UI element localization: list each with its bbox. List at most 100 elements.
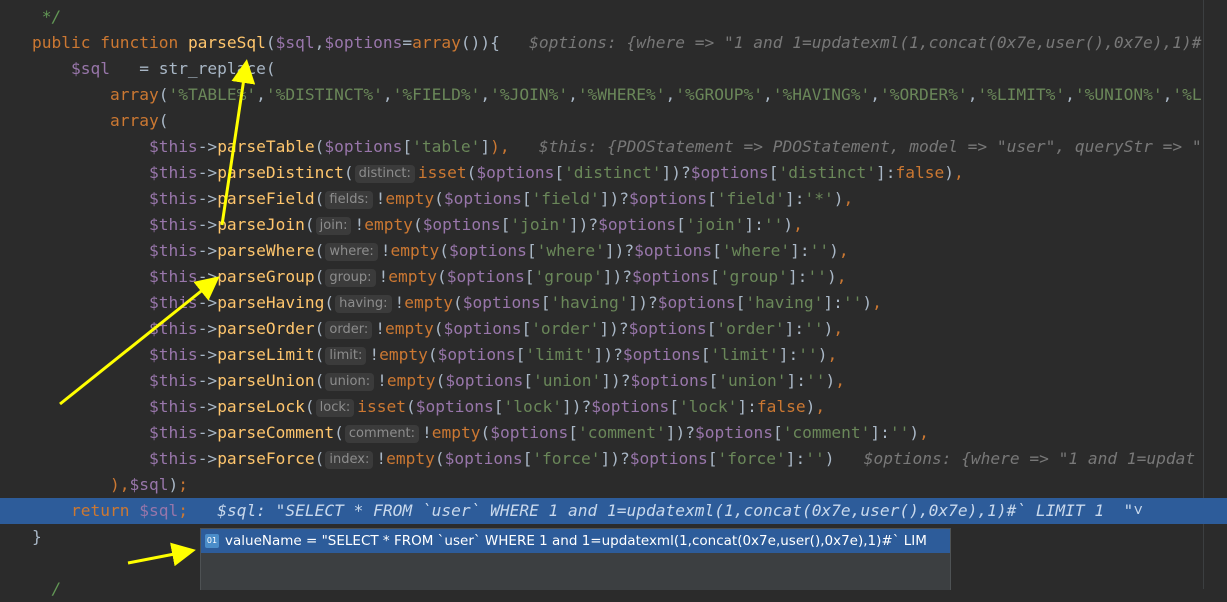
code-line[interactable]: $this->parseUnion(union: !empty($options[… — [0, 368, 1227, 394]
code-token: ])? — [600, 449, 630, 468]
code-token: , — [872, 293, 882, 312]
code-token: ! — [375, 189, 386, 208]
code-token: 'order' — [531, 319, 600, 338]
code-token: parseHaving — [217, 293, 325, 312]
code-token: $sql — [70, 59, 110, 78]
code-token: empty — [364, 215, 413, 234]
code-token: [ — [676, 215, 686, 234]
code-token: '' — [809, 241, 830, 260]
code-line[interactable]: array('%TABLE%','%DISTINCT%','%FIELD%','… — [0, 82, 1227, 108]
code-token: [ — [568, 423, 578, 442]
code-token: '%L — [1172, 85, 1202, 104]
code-line[interactable]: $this->parseHaving(having: !empty($option… — [0, 290, 1227, 316]
code-token: ( — [314, 345, 325, 364]
code-token: $options — [630, 371, 709, 390]
code-token: empty — [386, 449, 435, 468]
code-token: ! — [376, 449, 387, 468]
parameter-hint: comment: — [344, 425, 420, 443]
code-token: $this — [148, 319, 198, 338]
code-token: ( — [158, 111, 169, 130]
code-line[interactable]: $this->parseForce(index: !empty($options[… — [0, 446, 1227, 472]
code-token: -> — [197, 449, 218, 468]
code-token: , — [793, 215, 803, 234]
code-token: '%DISTINCT%' — [265, 85, 383, 104]
code-line[interactable]: $this->parseOrder(order: !empty($options[… — [0, 316, 1227, 342]
parameter-hint: having: — [335, 295, 392, 313]
code-token: parseLock — [217, 397, 305, 416]
code-token: ( — [314, 319, 325, 338]
inline-debug-value: $this: {PDOStatement => PDOStatement, mo… — [538, 137, 1202, 156]
code-token: 'limit' — [710, 345, 779, 364]
code-editor[interactable]: */public function parseSql($sql,$options… — [0, 0, 1227, 598]
code-token: ])? — [661, 163, 691, 182]
code-token: $options — [415, 397, 494, 416]
code-line[interactable]: $this->parseField(fields: !empty($options… — [0, 186, 1227, 212]
code-token: -> — [197, 397, 218, 416]
code-token: ( — [314, 241, 325, 260]
code-token: parseDistinct — [217, 163, 344, 182]
code-token: empty — [386, 371, 436, 390]
code-line[interactable]: $this->parseTable($options['table']), $t… — [0, 134, 1227, 160]
code-token: ])? — [628, 293, 658, 312]
code-token: ( — [343, 163, 354, 182]
code-token: empty — [384, 319, 434, 338]
code-line[interactable]: array( — [0, 108, 1227, 134]
code-token: '%LIMIT%' — [977, 85, 1066, 104]
code-token: $options — [443, 319, 522, 338]
code-token: $options — [631, 267, 710, 286]
code-line[interactable]: $this->parseLock(lock: isset($options['lo… — [0, 394, 1227, 420]
code-line[interactable]: $this->parseDistinct(distinct: isset($opt… — [0, 160, 1227, 186]
code-line[interactable]: public function parseSql($sql,$options=a… — [0, 30, 1227, 56]
code-token: , — [1065, 85, 1075, 104]
code-token: '*' — [804, 189, 834, 208]
code-line[interactable]: $this->parseWhere(where: !empty($options[… — [0, 238, 1227, 264]
code-token: $options — [591, 397, 670, 416]
code-line[interactable]: */ — [0, 4, 1227, 30]
code-token: ]: — [875, 163, 896, 182]
debug-value-popup[interactable]: 01 valueName = "SELECT * FROM `user` WHE… — [200, 528, 951, 590]
code-token: ) — [824, 449, 864, 468]
expand-chevron-icon[interactable]: ˅ — [1133, 501, 1143, 520]
code-line-current[interactable]: return $sql; $sql: "SELECT * FROM `user`… — [0, 498, 1227, 524]
code-token: $this — [148, 423, 198, 442]
code-token: 'table' — [412, 137, 481, 156]
code-token: ) — [823, 319, 834, 338]
code-token: 'force' — [717, 449, 786, 468]
code-token: ( — [314, 371, 325, 390]
code-token: parseOrder — [217, 319, 315, 338]
code-token: ; — [178, 501, 188, 520]
code-token: $options — [628, 319, 707, 338]
code-line[interactable]: $this->parseComment(comment: !empty($opti… — [0, 420, 1227, 446]
code-token: '' — [805, 449, 825, 468]
inline-debug-value: $sql: "SELECT * FROM `user` WHERE 1 and … — [217, 501, 1134, 520]
code-token: 'union' — [533, 371, 602, 390]
code-line[interactable]: $this->parseGroup(group: !empty($options[… — [0, 264, 1227, 290]
code-token: -> — [197, 293, 218, 312]
code-token: $options — [490, 423, 569, 442]
code-token: -> — [197, 371, 218, 390]
code-token: ! — [354, 215, 365, 234]
code-token: ! — [375, 319, 385, 338]
code-token: ; — [178, 475, 188, 494]
code-token: , — [665, 85, 676, 104]
parameter-hint: lock: — [315, 399, 355, 417]
parameter-hint: limit: — [325, 347, 367, 365]
code-token: ) — [944, 163, 954, 182]
code-token: 'distinct' — [778, 163, 876, 182]
code-token: $options — [422, 215, 501, 234]
code-token: , — [382, 85, 393, 104]
code-token: ()){ — [460, 33, 530, 52]
popup-value-row[interactable]: 01 valueName = "SELECT * FROM `user` WHE… — [201, 529, 950, 553]
code-line[interactable]: $sql = str_replace( — [0, 56, 1227, 82]
code-token: '%JOIN%' — [490, 85, 569, 104]
code-line[interactable]: ),$sql); — [0, 472, 1227, 498]
code-token: '' — [805, 371, 826, 390]
inline-debug-value: $options: {where => "1 and 1=updat — [863, 449, 1196, 468]
code-line[interactable]: $this->parseLimit(limit: !empty($options[… — [0, 342, 1227, 368]
code-token: ) — [783, 215, 794, 234]
code-token: , — [568, 85, 578, 104]
code-token: 'comment' — [782, 423, 871, 442]
code-line[interactable]: $this->parseJoin(join: !empty($options['j… — [0, 212, 1227, 238]
inline-debug-value: $options: {where => "1 and 1=updatexml(1… — [529, 33, 1202, 52]
